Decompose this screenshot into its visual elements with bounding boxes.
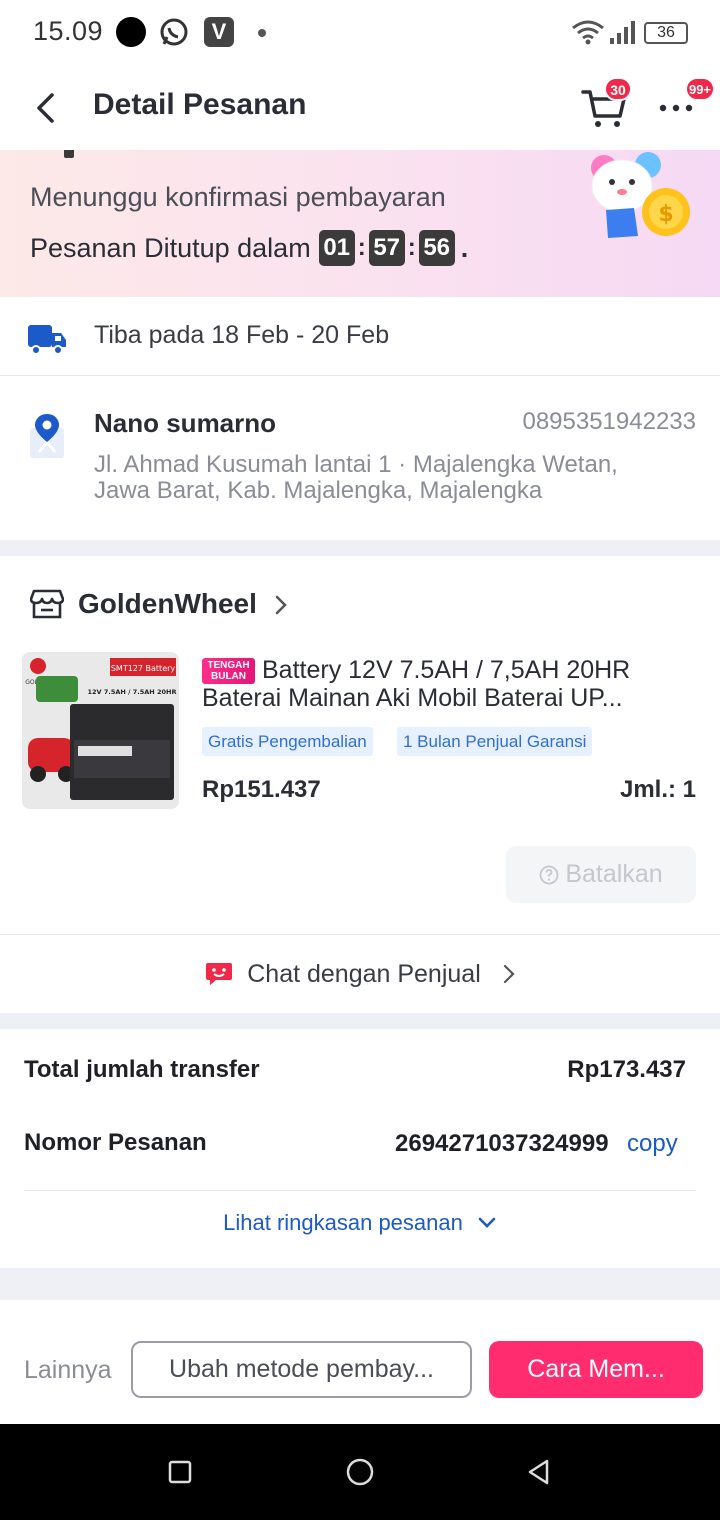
recent-apps-icon[interactable] — [166, 1458, 194, 1486]
status-time: 15.09 — [33, 16, 104, 46]
back-arrow-icon[interactable] — [30, 91, 60, 125]
how-to-pay-button[interactable]: Cara Mem... — [489, 1341, 703, 1398]
more-actions-link[interactable]: Lainnya — [24, 1356, 112, 1385]
store-icon — [30, 589, 64, 619]
whatsapp-icon — [160, 18, 188, 46]
section-gap — [0, 540, 720, 556]
battery-icon: 36 — [644, 22, 688, 44]
countdown-separator: : — [357, 234, 366, 261]
countdown-suffix: . — [460, 232, 469, 263]
address-line-1: Jl. Ahmad Kusumah lantai 1 · Majalengka … — [94, 451, 618, 478]
chat-seller-button[interactable]: Chat dengan Penjual — [0, 935, 720, 1013]
cancel-order-button[interactable]: Batalkan — [506, 846, 696, 903]
wifi-icon — [572, 20, 604, 45]
cart-count-badge: 30 — [604, 77, 632, 101]
order-number-label: Nomor Pesanan — [24, 1129, 207, 1156]
warranty-chip: 1 Bulan Penjual Garansi — [397, 727, 593, 756]
page-title: Detail Pesanan — [93, 88, 307, 121]
notification-count-badge: 99+ — [685, 77, 715, 101]
section-gap — [0, 1268, 720, 1300]
banner-scrolled-icon — [64, 150, 74, 158]
view-order-summary-link[interactable]: Lihat ringkasan pesanan — [0, 1210, 720, 1236]
shipping-address: Nano sumarno 0895351942233 Jl. Ahmad Kus… — [0, 376, 720, 540]
copy-order-number-link[interactable]: copy — [627, 1130, 678, 1158]
section-gap — [0, 1013, 720, 1029]
truck-icon — [28, 325, 66, 355]
notification-dot-icon — [116, 17, 146, 47]
location-pin-icon — [30, 414, 64, 458]
product-price: Rp151.437 — [202, 776, 321, 803]
free-return-chip: Gratis Pengembalian — [202, 727, 373, 756]
total-transfer-label: Total jumlah transfer — [24, 1056, 260, 1083]
image-tag-text: SMT127 Battery — [111, 664, 176, 673]
payment-status-banner: Menunggu konfirmasi pembayaran Pesanan D… — [0, 150, 720, 297]
app-header: Detail Pesanan 30 99+ — [0, 66, 720, 150]
countdown-label: Pesanan Ditutup dalam — [30, 232, 311, 263]
product-image[interactable]: SMT127 Battery GOLDEN 12V 7.5AH / 7.5AH … — [22, 652, 179, 809]
recipient-name: Nano sumarno — [94, 408, 277, 438]
vidio-app-icon: V — [204, 17, 234, 47]
product-title[interactable]: Battery 12V 7.5AH / 7,5AH 20HR Baterai M… — [202, 656, 702, 712]
countdown-seconds: 56 — [418, 230, 455, 266]
store-header[interactable]: GoldenWheel — [0, 556, 720, 652]
countdown-hours: 01 — [318, 230, 355, 266]
delivery-estimate-row: Tiba pada 18 Feb - 20 Feb — [0, 297, 720, 376]
countdown-minutes: 57 — [368, 230, 405, 266]
mascot-coin-illustration: $ — [591, 152, 690, 238]
system-navigation-bar — [0, 1424, 720, 1520]
bottom-action-bar: Lainnya Ubah metode pembay... Cara Mem..… — [0, 1300, 720, 1424]
store-name: GoldenWheel — [78, 588, 257, 619]
status-bar: 15.09 V 36 — [0, 0, 720, 66]
image-spec-text: 12V 7.5AH / 7.5AH 20HR — [88, 688, 177, 696]
total-transfer-value: Rp173.437 — [567, 1056, 686, 1083]
address-line-2: Jawa Barat, Kab. Majalengka, Majalengka — [94, 477, 543, 504]
countdown-row: Pesanan Ditutup dalam 01 : 57 : 56 . — [30, 230, 468, 266]
cancel-order-label: Batalkan — [565, 860, 663, 888]
signal-icon — [610, 21, 635, 44]
chevron-right-icon — [275, 595, 287, 615]
chat-seller-label: Chat dengan Penjual — [247, 959, 481, 988]
more-options-icon[interactable] — [658, 98, 694, 118]
chevron-right-icon — [503, 964, 515, 984]
order-number-value: 2694271037324999 — [395, 1130, 609, 1157]
chevron-down-icon — [478, 1217, 496, 1228]
product-quantity: Jml.: 1 — [619, 776, 696, 803]
help-circle-icon — [539, 865, 559, 884]
divider — [24, 1190, 696, 1191]
recipient-phone: 0895351942233 — [522, 408, 696, 435]
view-order-summary-label: Lihat ringkasan pesanan — [223, 1210, 463, 1235]
change-payment-method-button[interactable]: Ubah metode pembay... — [131, 1341, 472, 1398]
back-nav-icon[interactable] — [525, 1458, 553, 1486]
battery-product-photo: SMT127 Battery GOLDEN 12V 7.5AH / 7.5AH … — [22, 652, 179, 809]
payment-status-text: Menunggu konfirmasi pembayaran — [30, 182, 446, 212]
svg-text:$: $ — [658, 202, 673, 227]
delivery-estimate-text: Tiba pada 18 Feb - 20 Feb — [94, 321, 390, 349]
chat-icon — [206, 963, 233, 985]
countdown-separator: : — [407, 234, 416, 261]
home-icon[interactable] — [345, 1457, 375, 1487]
more-notifications-icon — [258, 29, 266, 37]
